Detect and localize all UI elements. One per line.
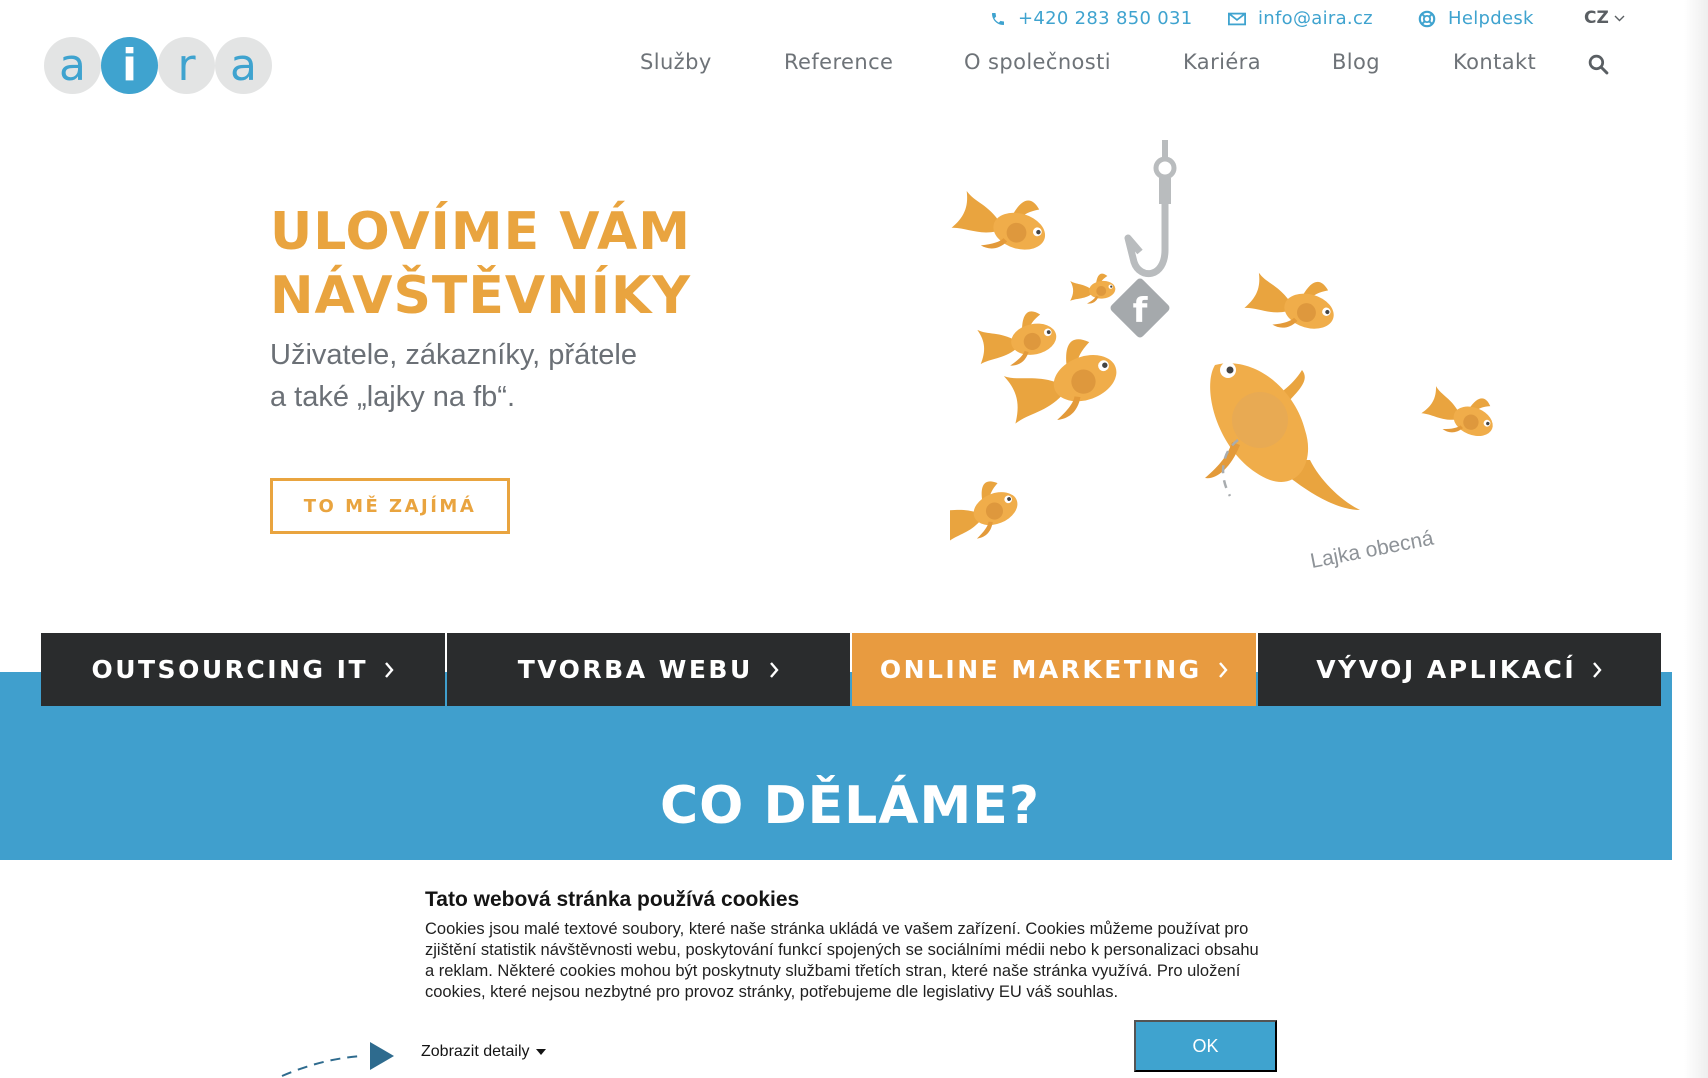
search-icon: [1588, 54, 1609, 75]
nav-item-kariera[interactable]: Kariéra: [1183, 50, 1261, 74]
nav-item-sluzby[interactable]: Služby: [640, 50, 712, 74]
tab-online-marketing[interactable]: ONLINE MARKETING: [852, 633, 1256, 706]
big-goldfish: [1205, 362, 1360, 510]
phone-number: +420 283 850 031: [1018, 8, 1193, 29]
lifebuoy-icon: [1418, 10, 1436, 27]
section-title: CO DĚLÁME?: [660, 776, 1040, 836]
main-nav: Služby Reference O společnosti Kariéra B…: [0, 50, 1708, 84]
service-tabs: OUTSOURCING IT TVORBA WEBU ONLINE MARKET…: [41, 633, 1661, 706]
cookie-title: Tato webová stránka používá cookies: [425, 888, 800, 911]
language-label: CZ: [1584, 8, 1609, 28]
language-switcher[interactable]: CZ: [1584, 8, 1625, 28]
caret-down-icon: [535, 1049, 546, 1055]
phone-icon: [992, 12, 1004, 25]
helpdesk-label: Helpdesk: [1448, 8, 1534, 29]
top-contact-bar: +420 283 850 031 info@aira.cz Helpdesk C…: [0, 8, 1708, 34]
svg-text:f: f: [1133, 291, 1149, 331]
envelope-icon: [1228, 12, 1246, 25]
tab-vyvoj-aplikaci[interactable]: VÝVOJ APLIKACÍ: [1257, 633, 1661, 706]
cookie-banner: Tato webová stránka používá cookies Cook…: [0, 860, 1672, 1078]
tab-label: TVORBA WEBU: [517, 655, 753, 684]
cookie-text: Cookies jsou malé textové soubory, které…: [425, 920, 1259, 1001]
nav-item-reference[interactable]: Reference: [784, 50, 893, 74]
chevron-right-icon: [385, 661, 394, 678]
email-address: info@aira.cz: [1258, 8, 1373, 29]
fishing-hook: f: [1110, 140, 1177, 338]
search-button[interactable]: [1588, 54, 1609, 80]
chevron-right-icon: [1593, 661, 1602, 678]
hero-title: ULOVÍME VÁM NÁVŠTĚVNÍKY: [270, 200, 691, 328]
goldfish-illustration: f: [950, 140, 1502, 550]
tab-label: VÝVOJ APLIKACÍ: [1316, 655, 1577, 684]
cta-button[interactable]: TO MĚ ZAJÍMÁ: [270, 478, 510, 534]
tab-label: OUTSOURCING IT: [91, 655, 369, 684]
tab-outsourcing-it[interactable]: OUTSOURCING IT: [41, 633, 445, 706]
chevron-right-icon: [769, 661, 779, 678]
helpdesk-link[interactable]: Helpdesk: [1418, 8, 1534, 29]
hero-subtitle: Uživatele, zákazníky, přátele a také „la…: [270, 334, 637, 418]
phone-link[interactable]: +420 283 850 031: [990, 8, 1192, 29]
hero-title-line2: NÁVŠTĚVNÍKY: [270, 266, 691, 326]
cookie-ok-button[interactable]: OK: [1134, 1020, 1277, 1072]
chevron-down-icon: [1614, 15, 1625, 21]
cookie-details-label: Zobrazit detaily: [421, 1043, 530, 1060]
nav-item-o-spolecnosti[interactable]: O společnosti: [964, 50, 1111, 74]
tab-label: ONLINE MARKETING: [879, 655, 1202, 684]
page-scroll-edge: [1684, 0, 1708, 1078]
cookie-details-toggle[interactable]: Zobrazit detaily: [421, 1043, 546, 1061]
hero-subtitle-line1: Uživatele, zákazníky, přátele: [270, 339, 637, 371]
hero-title-line1: ULOVÍME VÁM: [270, 202, 691, 262]
chevron-right-icon: [1218, 661, 1228, 678]
email-link[interactable]: info@aira.cz: [1228, 8, 1373, 29]
nav-item-blog[interactable]: Blog: [1332, 50, 1380, 74]
nav-item-kontakt[interactable]: Kontakt: [1453, 50, 1536, 74]
dashed-arrow-decoration: [281, 1042, 394, 1077]
hero-subtitle-line2: a také „lajky na fb“.: [270, 381, 515, 413]
tab-tvorba-webu[interactable]: TVORBA WEBU: [446, 633, 850, 706]
